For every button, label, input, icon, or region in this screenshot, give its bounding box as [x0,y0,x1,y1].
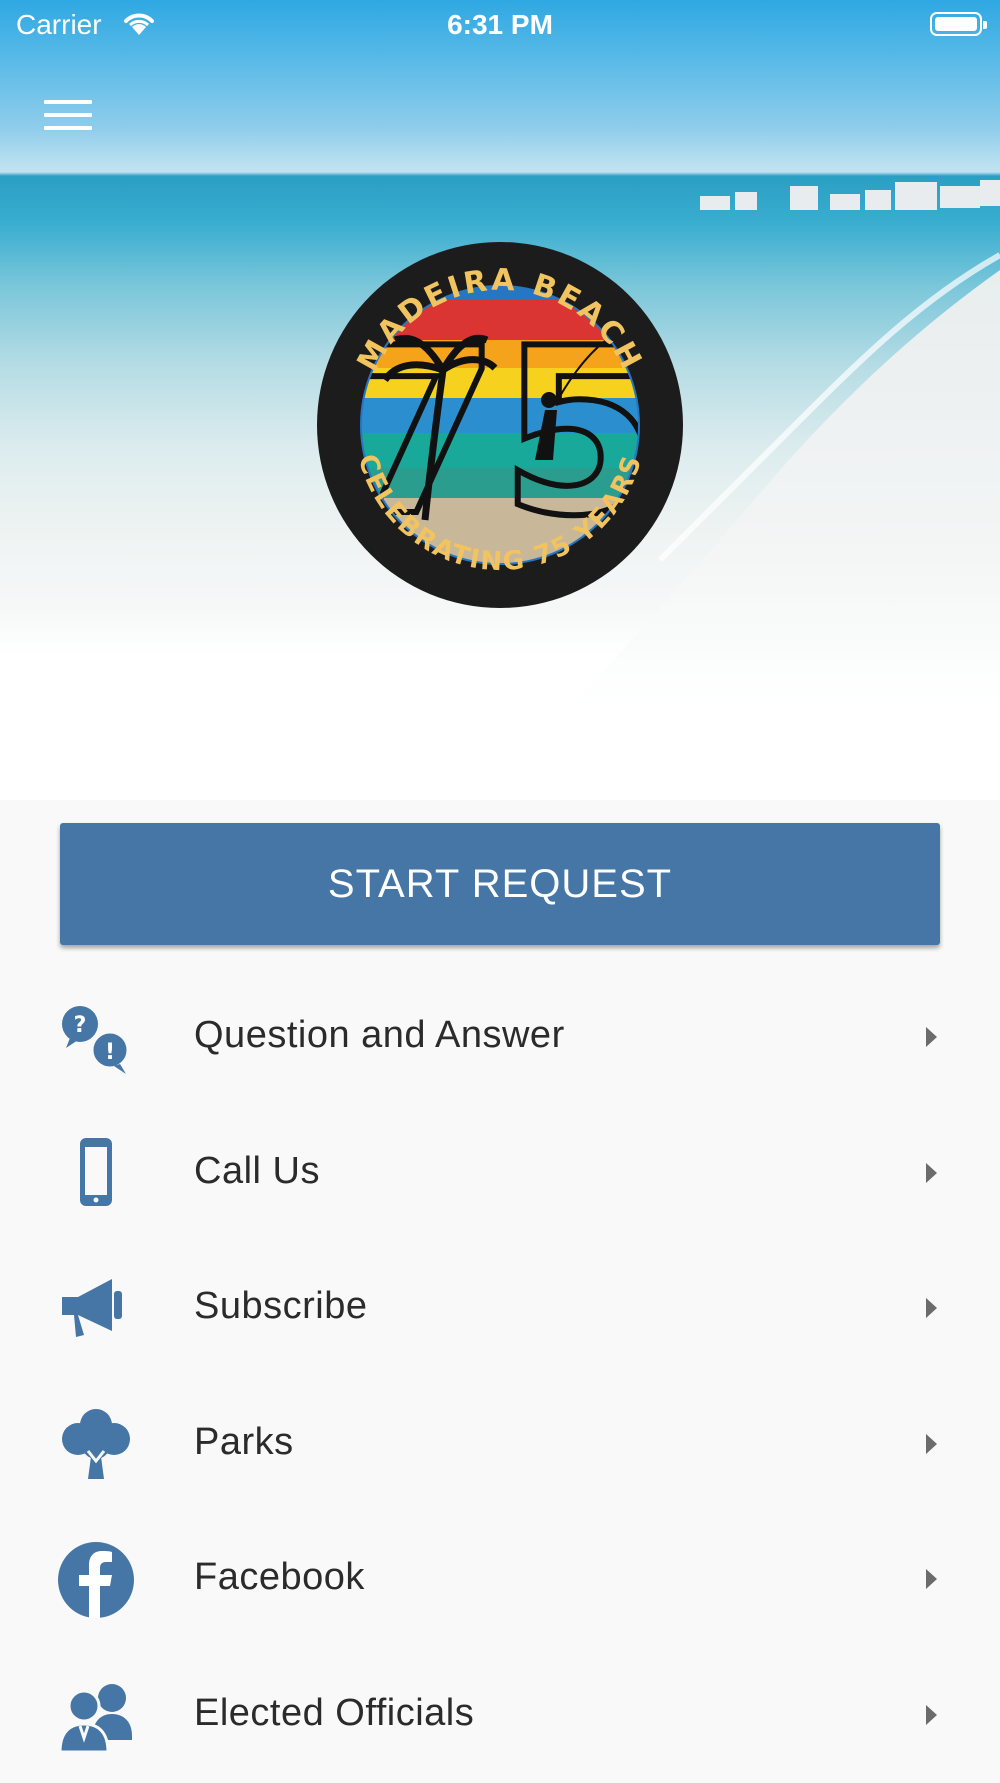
chevron-right-icon [926,1298,937,1318]
start-request-button[interactable]: START REQUEST [60,823,940,945]
hero-banner: 75 MADEIRA BEACH CELEBRATING 75 YEARS [0,0,1000,800]
people-icon [56,1676,136,1756]
hamburger-menu-icon[interactable] [44,100,92,136]
tree-icon [56,1405,136,1485]
clock: 6:31 PM [0,9,1000,41]
madeira-beach-75-logo: 75 MADEIRA BEACH CELEBRATING 75 YEARS [315,240,685,610]
list-item-subscribe[interactable]: Subscribe [0,1241,1000,1377]
list-item-label: Subscribe [194,1285,367,1328]
list-item-facebook[interactable]: Facebook [0,1512,1000,1648]
svg-text:!: ! [105,1040,115,1065]
list-item-label: Call Us [194,1150,320,1193]
list-item-question-and-answer[interactable]: ? ! Question and Answer [0,970,1000,1106]
header-divider [0,720,1000,800]
chevron-right-icon [926,1705,937,1725]
list-item-call-us[interactable]: Call Us [0,1106,1000,1242]
list-item-label: Parks [194,1421,294,1464]
chevron-right-icon [926,1163,937,1183]
chevron-right-icon [926,1569,937,1589]
list-item-label: Question and Answer [194,1014,565,1057]
megaphone-icon [56,1269,136,1349]
list-item-label: Facebook [194,1556,365,1599]
facebook-icon [56,1540,136,1620]
status-bar: Carrier 6:31 PM [0,0,1000,50]
phone-icon [56,1134,136,1214]
chevron-right-icon [926,1434,937,1454]
question-answer-icon: ? ! [56,998,136,1078]
chevron-right-icon [926,1027,937,1047]
battery-icon [930,12,982,36]
list-item-label: Elected Officials [194,1692,474,1735]
menu-list: ? ! Question and Answer Call Us Subscrib… [0,970,1000,1783]
list-item-parks[interactable]: Parks [0,1377,1000,1513]
svg-text:?: ? [74,1013,87,1038]
list-item-elected-officials[interactable]: Elected Officials [0,1648,1000,1783]
